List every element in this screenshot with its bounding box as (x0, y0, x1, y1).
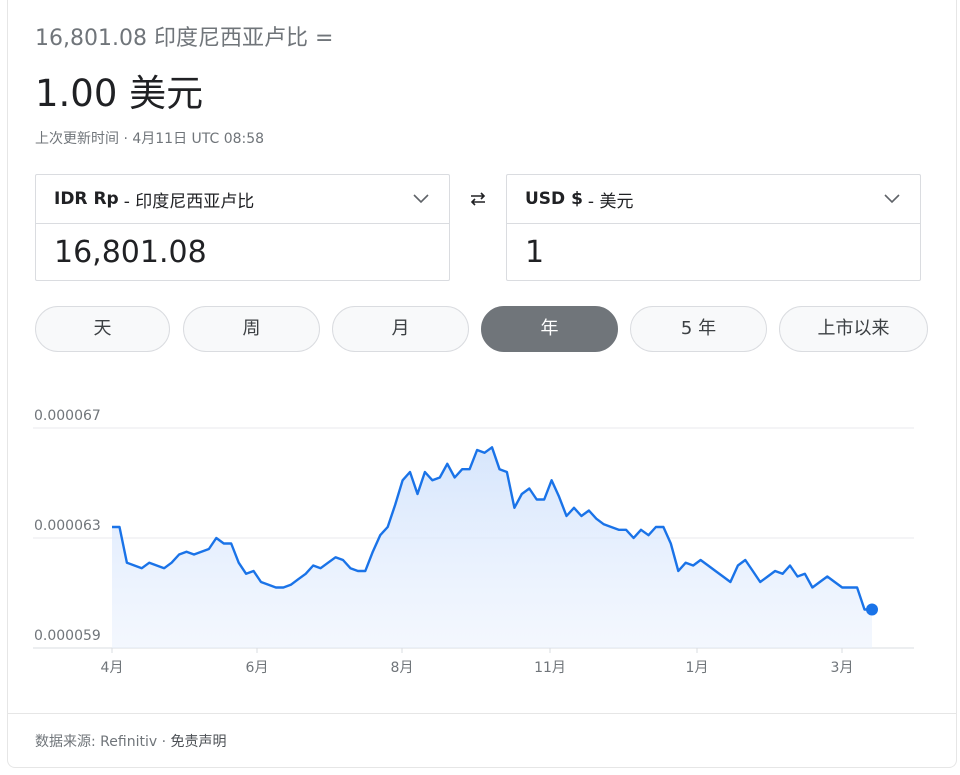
footer-divider (7, 713, 957, 714)
y-tick-label: 0.000059 (34, 628, 101, 644)
x-axis: 4月 6月 8月 11月 1月 3月 (101, 648, 854, 676)
from-currency-name: 印度尼西亚卢比 (153, 26, 308, 51)
tab-week[interactable]: 周 (183, 306, 320, 352)
to-amount-input[interactable]: 1 (507, 224, 920, 282)
chevron-down-icon (413, 194, 429, 204)
x-tick-label: 1月 (686, 660, 709, 676)
equals-sign: = (314, 26, 334, 51)
conversion-summary-from: 16,801.08 印度尼西亚卢比 = (35, 20, 333, 52)
tab-day[interactable]: 天 (35, 306, 170, 352)
y-axis: 0.000067 0.000063 0.000059 (34, 408, 101, 644)
chevron-down-icon (884, 194, 900, 204)
from-currency-code: IDR Rp (54, 189, 119, 209)
data-source: 数据来源: Refinitiv · (35, 734, 171, 750)
y-tick-label: 0.000067 (34, 408, 101, 424)
from-currency-box: IDR Rp - 印度尼西亚卢比 16,801.08 (35, 174, 450, 281)
to-amount: 1.00 (35, 72, 118, 115)
series-area-fill (112, 447, 872, 648)
swap-arrows-icon[interactable] (466, 187, 490, 211)
tab-year[interactable]: 年 (481, 306, 618, 352)
range-tabs: 天 周 月 年 5 年 上市以来 (35, 306, 928, 352)
tab-5-year[interactable]: 5 年 (630, 306, 767, 352)
to-currency-box: USD $ - 美元 1 (506, 174, 921, 281)
rate-history-chart[interactable]: 0.000067 0.000063 0.000059 4月 6月 8月 11月 1月 3月 (0, 395, 960, 695)
to-currency-label: - 美元 (587, 191, 634, 212)
x-tick-label: 11月 (534, 660, 566, 676)
tab-month[interactable]: 月 (332, 306, 469, 352)
to-currency-name: 美元 (129, 72, 204, 115)
to-currency-code: USD $ (525, 189, 583, 209)
y-tick-label: 0.000063 (34, 518, 101, 534)
to-currency-select[interactable]: USD $ - 美元 (507, 175, 920, 224)
from-currency-select[interactable]: IDR Rp - 印度尼西亚卢比 (36, 175, 449, 224)
from-amount-input[interactable]: 16,801.08 (36, 224, 449, 282)
tab-all-time[interactable]: 上市以来 (779, 306, 928, 352)
chart-area (112, 446, 878, 648)
x-tick-label: 4月 (101, 660, 124, 676)
x-tick-label: 3月 (831, 660, 854, 676)
conversion-summary-to: 1.00 美元 (35, 63, 203, 117)
current-value-point (866, 603, 878, 616)
from-currency-label: - 印度尼西亚卢比 (123, 191, 255, 212)
x-tick-label: 6月 (246, 660, 269, 676)
footer: 数据来源: Refinitiv · 免责声明 (35, 731, 226, 751)
x-tick-label: 8月 (391, 660, 414, 676)
from-amount: 16,801.08 (35, 26, 147, 51)
last-updated: 上次更新时间 · 4月11日 UTC 08:58 (35, 131, 265, 147)
disclaimer-link[interactable]: 免责声明 (170, 734, 226, 750)
